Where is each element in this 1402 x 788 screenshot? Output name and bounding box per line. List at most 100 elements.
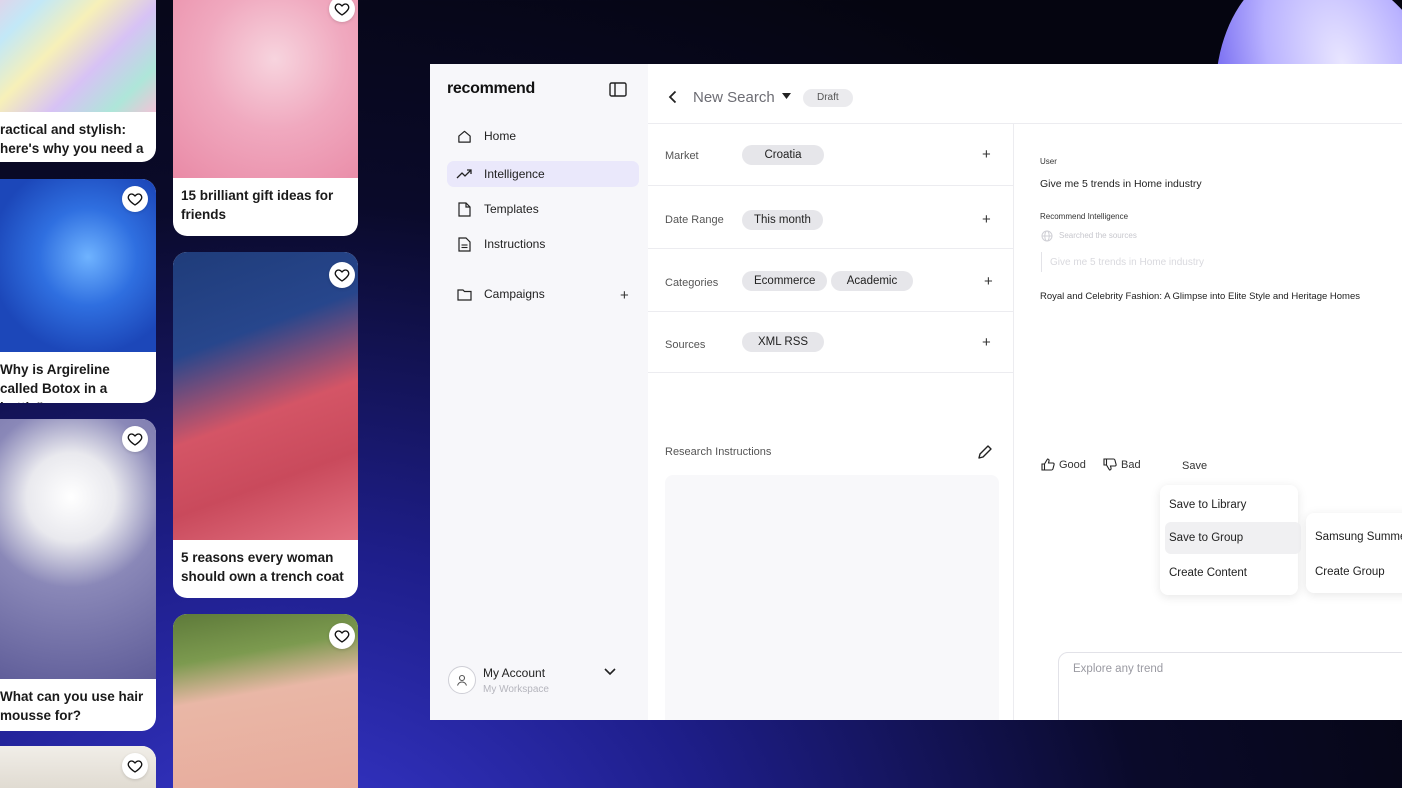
add-source-button[interactable]: + (982, 334, 991, 351)
bad-button[interactable]: Bad (1103, 458, 1141, 471)
sidebar-item-intelligence[interactable]: Intelligence (447, 161, 639, 187)
filter-chip[interactable]: Croatia (742, 145, 824, 165)
sidebar-item-home[interactable]: Home (447, 123, 639, 149)
user-icon (456, 674, 468, 686)
sidebar-item-templates[interactable]: Templates (447, 196, 639, 222)
caret-down-icon[interactable] (782, 93, 791, 99)
account-switcher[interactable]: My Account My Workspace (448, 664, 624, 700)
heart-icon (127, 760, 143, 773)
inspiration-feed[interactable]: ractical and stylish: here's why you nee… (0, 0, 358, 788)
sidebar-item-campaigns[interactable]: Campaigns (447, 281, 607, 307)
account-name: My Account (483, 666, 546, 680)
workspace-name: My Workspace (483, 684, 549, 695)
status-badge: Draft (803, 89, 853, 107)
pin-card[interactable]: What can you use hair mousse for? (0, 419, 156, 731)
filter-chip[interactable]: XML RSS (742, 332, 824, 352)
create-group-option[interactable]: Create Group (1311, 556, 1402, 588)
add-category-button[interactable]: + (984, 273, 993, 290)
explore-trend-input[interactable] (1073, 663, 1373, 675)
heart-icon (334, 269, 350, 282)
thumbs-down-icon (1103, 458, 1117, 471)
add-campaign-button[interactable]: + (620, 287, 629, 304)
user-message: Give me 5 trends in Home industry (1040, 178, 1202, 190)
ai-answer: Royal and Celebrity Fashion: A Glimpse i… (1040, 291, 1360, 302)
chat-input-box[interactable] (1058, 652, 1402, 720)
save-pin-button[interactable] (122, 753, 148, 779)
pin-card[interactable]: Why is Argireline called Botox in a bott… (0, 179, 156, 403)
good-button[interactable]: Good (1041, 458, 1086, 471)
filter-row-sources: Sources XML RSS + (648, 312, 1014, 373)
pin-card[interactable] (173, 614, 358, 788)
pin-image-gift-phone (173, 0, 358, 178)
add-date-range-button[interactable]: + (982, 211, 991, 228)
save-button[interactable]: Save (1182, 460, 1207, 472)
filter-chip[interactable]: Academic (831, 271, 913, 291)
save-to-library-option[interactable]: Save to Library (1165, 489, 1293, 521)
bad-label: Bad (1121, 458, 1141, 471)
pin-card[interactable]: ractical and stylish: here's why you nee… (0, 0, 156, 162)
pin-image-cloud-head (0, 419, 156, 679)
sidebar-item-instructions[interactable]: Instructions (447, 231, 639, 257)
pin-card[interactable]: 15 brilliant gift ideas for friends (173, 0, 358, 236)
folder-icon (455, 285, 473, 303)
save-menu: Save to Library Save to Group Create Con… (1160, 485, 1301, 595)
sidebar-toggle-icon (609, 82, 627, 97)
sidebar-item-label: Home (484, 129, 517, 143)
pin-card[interactable] (0, 746, 156, 788)
save-to-group-option[interactable]: Save to Group (1165, 522, 1301, 554)
pin-caption: 15 brilliant gift ideas for friends (181, 188, 334, 222)
save-pin-button[interactable] (329, 262, 355, 288)
quoted-prompt: Give me 5 trends in Home industry (1050, 257, 1204, 268)
back-arrow-icon[interactable] (668, 90, 677, 104)
filter-label: Categories (665, 277, 719, 289)
page-title[interactable]: New Search (693, 89, 775, 106)
research-instructions-label: Research Instructions (665, 446, 772, 458)
pencil-icon[interactable] (977, 444, 993, 460)
sidebar-item-label: Instructions (484, 237, 546, 251)
group-submenu: Samsung Summe Create Group (1306, 513, 1402, 593)
add-market-button[interactable]: + (982, 146, 991, 163)
search-filters-panel: Market Croatia + Date Range This month +… (648, 124, 1014, 720)
good-label: Good (1059, 458, 1086, 471)
filter-chip[interactable]: Ecommerce (742, 271, 828, 291)
filter-label: Sources (665, 339, 706, 351)
pin-caption: Why is Argireline called Botox in a bott… (0, 362, 110, 403)
chat-panel: User Give me 5 trends in Home industry R… (1014, 124, 1402, 720)
sidebar-item-label: Campaigns (484, 287, 545, 301)
quote-divider (1041, 252, 1042, 272)
sidebar-item-label: Intelligence (484, 167, 545, 181)
heart-icon (334, 3, 350, 16)
filter-row-date-range: Date Range This month + (648, 186, 1014, 249)
trending-up-icon (455, 165, 473, 183)
pin-card[interactable]: 5 reasons every woman should own a trenc… (173, 252, 358, 598)
document-lines-icon (455, 235, 473, 253)
home-icon (455, 127, 473, 145)
thumbs-up-icon (1041, 458, 1055, 471)
heart-icon (127, 433, 143, 446)
filter-label: Market (665, 150, 699, 162)
app-window: recommend Home Intelligence Templates In… (430, 64, 1402, 720)
app-logo: recommend (447, 80, 535, 97)
filter-chip[interactable]: This month (742, 210, 823, 230)
document-icon (455, 200, 473, 218)
collapse-sidebar-button[interactable] (609, 82, 627, 97)
save-pin-button[interactable] (122, 426, 148, 452)
pin-image-holographic (0, 0, 156, 112)
search-header: New Search Draft (648, 64, 1402, 124)
filter-label: Date Range (665, 214, 724, 226)
research-instructions-input[interactable] (665, 475, 999, 720)
filter-row-categories: Categories Ecommerce Academic + (648, 249, 1014, 312)
pin-caption: ractical and stylish: here's why you nee… (0, 122, 144, 162)
save-pin-button[interactable] (122, 186, 148, 212)
group-option[interactable]: Samsung Summe (1311, 521, 1402, 553)
chevron-down-icon (604, 668, 616, 676)
create-content-option[interactable]: Create Content (1165, 557, 1293, 589)
save-pin-button[interactable] (329, 623, 355, 649)
heart-icon (334, 630, 350, 643)
sidebar: recommend Home Intelligence Templates In… (430, 64, 648, 720)
globe-icon (1041, 230, 1053, 242)
ai-role-label: Recommend Intelligence (1040, 212, 1129, 221)
heart-icon (127, 193, 143, 206)
searched-sources-status: Searched the sources (1059, 231, 1137, 240)
sidebar-item-label: Templates (484, 202, 539, 216)
